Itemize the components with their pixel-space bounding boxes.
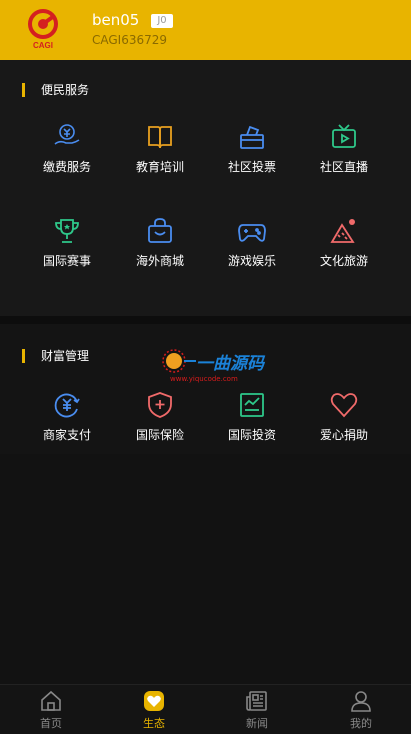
item-label: 教育培训 bbox=[135, 160, 184, 174]
grid-item-tourism[interactable]: 文化旅游 bbox=[299, 216, 389, 269]
grid-item-mall[interactable]: 海外商城 bbox=[115, 216, 205, 269]
gamepad-icon bbox=[238, 224, 266, 242]
section-divider bbox=[0, 316, 411, 324]
item-label: 爱心捐助 bbox=[319, 428, 368, 442]
watermark-url: www.yiqucode.com bbox=[170, 375, 238, 383]
item-label: 社区直播 bbox=[319, 160, 368, 174]
item-label: 商家支付 bbox=[42, 428, 91, 442]
title-bar bbox=[22, 82, 25, 97]
mountain-icon bbox=[330, 219, 355, 243]
item-label: 国际保险 bbox=[135, 428, 184, 442]
tab-label: 新闻 bbox=[246, 717, 268, 730]
heart-icon bbox=[330, 393, 358, 418]
book-icon bbox=[148, 126, 172, 149]
tab-mine[interactable]: 我的 bbox=[331, 689, 391, 731]
shield-plus-icon bbox=[148, 392, 172, 418]
item-label: 海外商城 bbox=[135, 254, 184, 268]
convenience-services-section: 便民服务 缴费服务 教育培训 社区投票 社区直播 国际赛事 海外商城 游戏娱乐 … bbox=[0, 60, 411, 316]
tab-home[interactable]: 首页 bbox=[21, 689, 81, 731]
grid-item-games[interactable]: 游戏娱乐 bbox=[207, 216, 297, 269]
item-label: 国际赛事 bbox=[42, 254, 91, 268]
user-id: CAGI636729 bbox=[92, 33, 168, 47]
title-bar bbox=[22, 348, 25, 363]
trophy-icon bbox=[55, 219, 79, 243]
home-icon bbox=[41, 690, 61, 711]
grid-item-merchant-pay[interactable]: 商家支付 bbox=[22, 390, 112, 443]
wealth-management-section: 财富管理 商家支付 国际保险 国际投资 爱心捐助 bbox=[0, 324, 411, 454]
grid-item-investment[interactable]: 国际投资 bbox=[207, 390, 297, 443]
tab-ecology[interactable]: 生态 bbox=[124, 689, 184, 731]
chart-screen-icon bbox=[240, 393, 264, 417]
section-title-text: 便民服务 bbox=[41, 83, 90, 97]
tv-live-icon bbox=[332, 124, 356, 148]
ballot-box-icon bbox=[240, 125, 264, 149]
watermark-text: 一曲源码 bbox=[196, 354, 264, 374]
section-title: 便民服务 bbox=[22, 81, 89, 98]
item-label: 国际投资 bbox=[227, 428, 276, 442]
grid-item-charity[interactable]: 爱心捐助 bbox=[299, 390, 389, 443]
grid-item-payment[interactable]: 缴费服务 bbox=[22, 122, 112, 175]
cagi-logo: CAGI bbox=[28, 9, 58, 50]
user-icon bbox=[351, 691, 371, 712]
item-label: 游戏娱乐 bbox=[227, 254, 276, 268]
grid-item-voting[interactable]: 社区投票 bbox=[207, 122, 297, 175]
grid-item-live[interactable]: 社区直播 bbox=[299, 122, 389, 175]
item-label: 社区投票 bbox=[227, 160, 276, 174]
level-badge: J0 bbox=[151, 14, 173, 28]
tab-label: 生态 bbox=[143, 717, 165, 730]
grid-item-sports[interactable]: 国际赛事 bbox=[22, 216, 112, 269]
tab-news[interactable]: 新闻 bbox=[227, 689, 287, 731]
grid-item-education[interactable]: 教育培训 bbox=[115, 122, 205, 175]
item-label: 文化旅游 bbox=[319, 254, 368, 268]
tab-label: 我的 bbox=[350, 717, 372, 730]
news-icon bbox=[246, 691, 267, 711]
item-label: 缴费服务 bbox=[42, 160, 91, 174]
shopping-bag-icon bbox=[148, 218, 172, 243]
section-title-text: 财富管理 bbox=[41, 349, 90, 363]
section-title: 财富管理 bbox=[22, 347, 89, 364]
username: ben05 bbox=[92, 11, 140, 29]
tab-label: 首页 bbox=[40, 717, 62, 730]
heart-badge-icon bbox=[144, 691, 164, 711]
bottom-tab-bar: 首页 生态 新闻 我的 bbox=[0, 684, 411, 734]
svg-text:CAGI: CAGI bbox=[33, 41, 53, 50]
yuan-refresh-icon bbox=[54, 393, 80, 418]
grid-item-insurance[interactable]: 国际保险 bbox=[115, 390, 205, 443]
profile-header: CAGI ben05 J0 CAGI636729 bbox=[0, 0, 411, 60]
payment-hand-icon bbox=[54, 124, 80, 145]
